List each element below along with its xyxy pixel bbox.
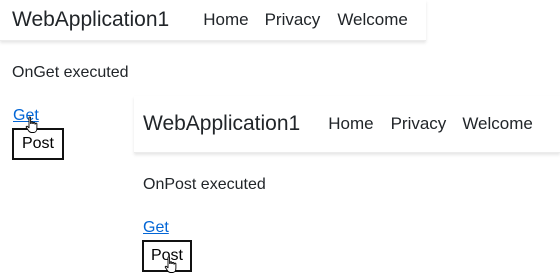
- nav-home-link[interactable]: Home: [203, 10, 248, 30]
- nav-welcome-link[interactable]: Welcome: [462, 114, 533, 134]
- navbar: WebApplication1 Home Privacy Welcome: [134, 96, 560, 153]
- get-link[interactable]: Get: [143, 219, 169, 237]
- nav-welcome-link[interactable]: Welcome: [337, 10, 408, 30]
- hand-pointer-cursor-icon: [164, 256, 177, 273]
- window-onpost: WebApplication1 Home Privacy Welcome OnP…: [134, 94, 560, 280]
- navbar: WebApplication1 Home Privacy Welcome: [0, 0, 426, 41]
- status-message: OnGet executed: [12, 64, 129, 81]
- nav-home-link[interactable]: Home: [328, 114, 373, 134]
- status-message: OnPost executed: [143, 176, 266, 193]
- brand-link[interactable]: WebApplication1: [12, 8, 169, 32]
- brand-link[interactable]: WebApplication1: [143, 112, 300, 136]
- nav-privacy-link[interactable]: Privacy: [391, 114, 447, 134]
- hand-pointer-cursor-icon: [25, 116, 38, 133]
- nav-privacy-link[interactable]: Privacy: [265, 10, 321, 30]
